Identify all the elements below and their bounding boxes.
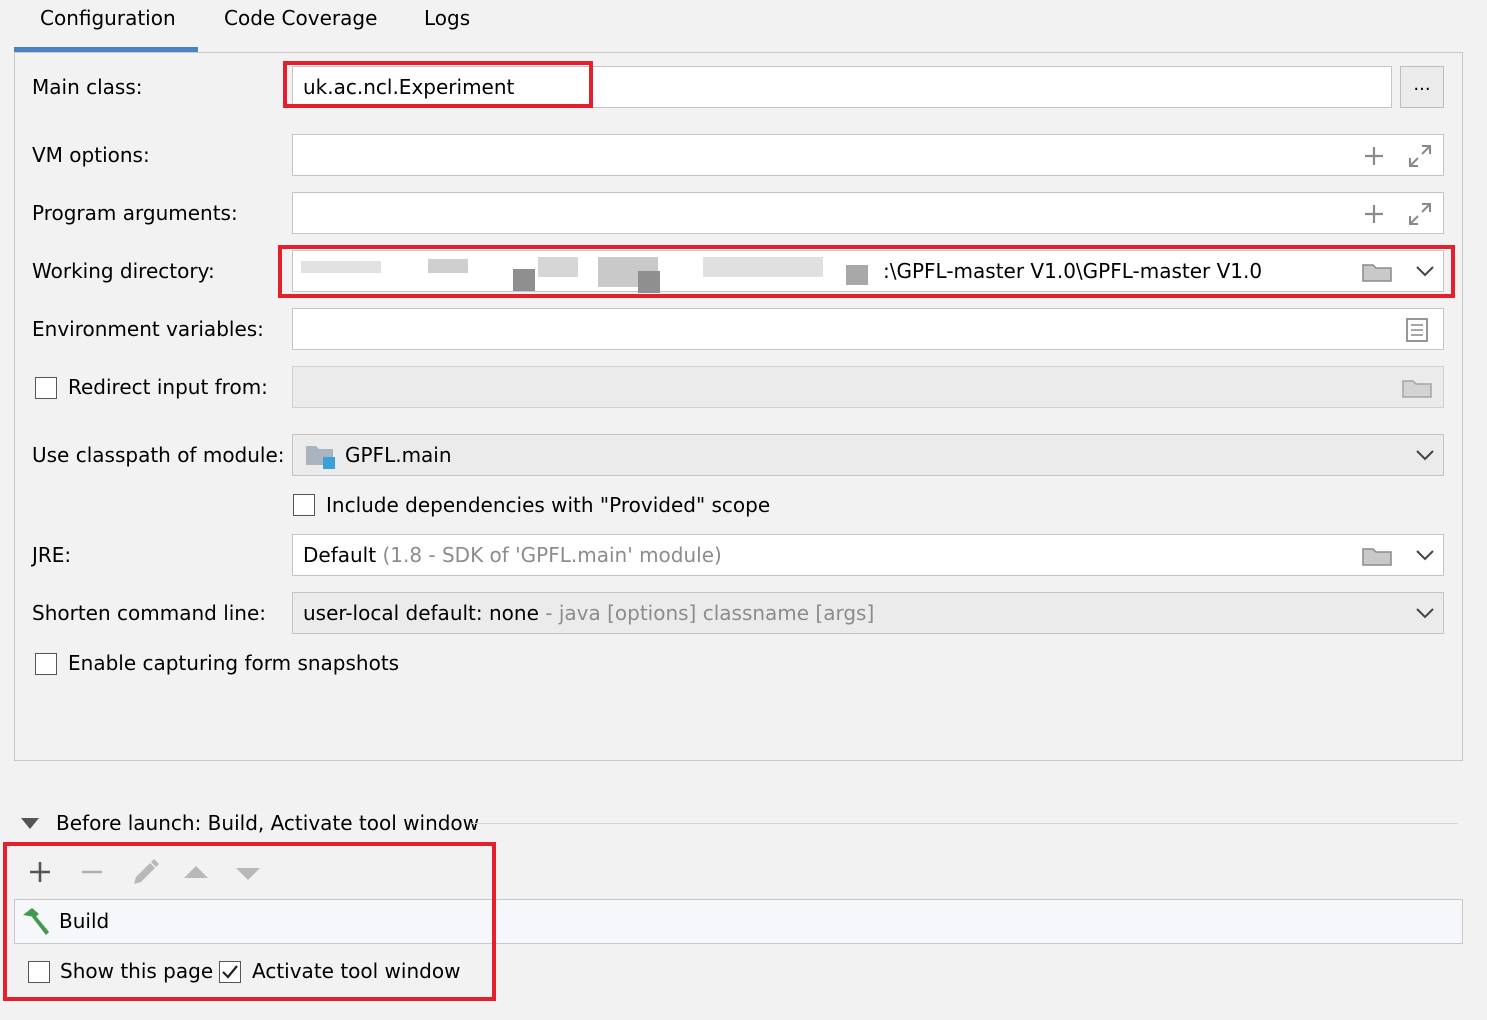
enable-snapshots-label: Enable capturing form snapshots [68,651,400,675]
before-launch-title[interactable]: Before launch: Build, Activate tool wind… [56,811,479,835]
chevron-down-icon[interactable] [1415,548,1435,562]
tab-logs[interactable]: Logs [424,6,470,30]
redirect-input-field [292,366,1444,408]
module-folder-icon [306,446,335,469]
classpath-module-select[interactable]: GPFL.main [292,434,1444,476]
collapse-triangle-icon[interactable] [20,817,40,831]
jre-value: Default [303,543,377,567]
plus-icon[interactable] [1363,145,1385,167]
highlight-before-launch [3,842,496,1001]
folder-icon[interactable] [1361,545,1393,567]
program-arguments-input[interactable] [292,192,1444,234]
vm-options-label: VM options: [32,143,150,167]
classpath-module-value: GPFL.main [345,443,452,467]
enable-snapshots-checkbox[interactable] [35,653,57,675]
plus-icon[interactable] [1363,203,1385,225]
shorten-command-line-value: user-local default: none [303,601,539,625]
jre-label: JRE: [32,543,72,567]
highlight-main-class [283,61,593,108]
shorten-command-line-label: Shorten command line: [32,601,267,625]
chevron-down-icon[interactable] [1415,606,1435,620]
redirect-input-label: Redirect input from: [68,375,268,399]
folder-icon [1402,380,1432,398]
browse-main-class-button[interactable]: ... [1400,66,1444,108]
environment-variables-input[interactable] [292,308,1444,350]
environment-variables-label: Environment variables: [32,317,264,341]
shorten-command-line-select[interactable]: user-local default: none - java [options… [292,592,1444,634]
document-icon[interactable] [1405,317,1429,343]
main-class-label: Main class: [32,75,143,99]
working-directory-label: Working directory: [32,259,215,283]
include-dependencies-label: Include dependencies with "Provided" sco… [326,493,771,517]
shorten-command-line-hint: - java [options] classname [args] [545,601,875,625]
include-dependencies-checkbox[interactable] [293,494,315,516]
expand-icon[interactable] [1407,201,1433,227]
tab-configuration[interactable]: Configuration [40,6,176,30]
program-arguments-label: Program arguments: [32,201,238,225]
classpath-module-label: Use classpath of module: [32,443,285,467]
tab-code-coverage[interactable]: Code Coverage [224,6,377,30]
expand-icon[interactable] [1407,143,1433,169]
vm-options-input[interactable] [292,134,1444,176]
jre-hint: (1.8 - SDK of 'GPFL.main' module) [382,543,722,567]
chevron-down-icon[interactable] [1415,448,1435,462]
jre-select[interactable]: Default (1.8 - SDK of 'GPFL.main' module… [292,534,1444,576]
redirect-input-checkbox[interactable] [35,377,57,399]
highlight-working-directory [278,245,1455,298]
before-launch-separator [472,823,1458,824]
